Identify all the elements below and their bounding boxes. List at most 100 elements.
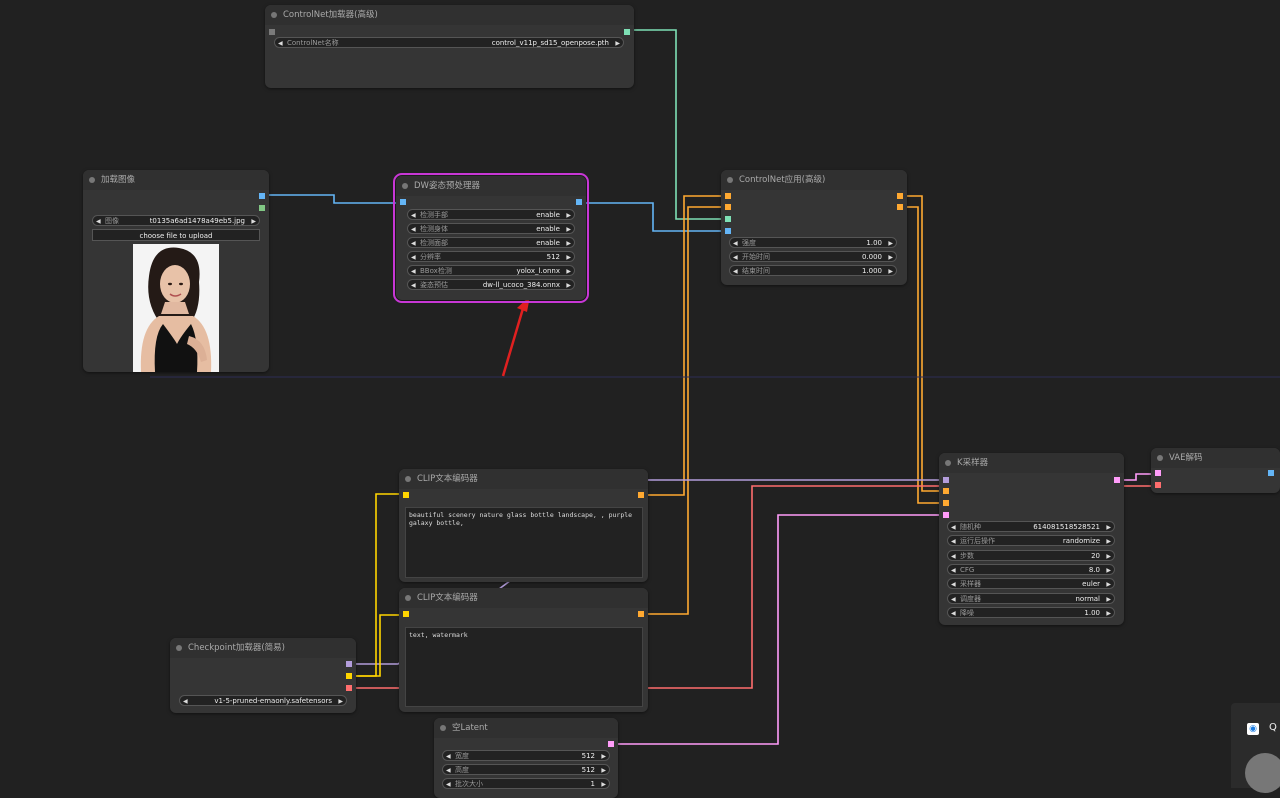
side-panel[interactable]: ◉ Q	[1231, 703, 1280, 793]
arrow-right-icon[interactable]: ▶	[1106, 579, 1111, 590]
arrow-left-icon[interactable]: ◀	[411, 266, 416, 277]
arrow-left-icon[interactable]: ◀	[446, 751, 451, 762]
arrow-right-icon[interactable]: ▶	[888, 238, 893, 249]
widget-4[interactable]: ◀ BBox检测 yolox_l.onnx ▶	[407, 265, 575, 276]
arrow-right-icon[interactable]: ▶	[566, 280, 571, 291]
node-clip-text-encode-negative[interactable]: CLIP文本编码器 text, watermark	[399, 588, 648, 712]
output-port-latent[interactable]	[608, 741, 614, 747]
arrow-left-icon[interactable]: ◀	[733, 266, 738, 277]
output-port-model[interactable]	[346, 661, 352, 667]
widget-1[interactable]: ◀ 高度 512 ▶	[442, 764, 610, 775]
arrow-left-icon[interactable]: ◀	[951, 551, 956, 562]
prompt-textarea[interactable]: text, watermark	[405, 627, 643, 707]
arrow-right-icon[interactable]: ▶	[566, 224, 571, 235]
arrow-right-icon[interactable]: ▶	[1106, 536, 1111, 547]
node-ksampler[interactable]: K采样器 ◀ 随机种 614081518528521 ▶ ◀ 运行后操作 randomize…	[939, 453, 1124, 625]
arrow-right-icon[interactable]: ▶	[566, 266, 571, 277]
arrow-left-icon[interactable]: ◀	[411, 210, 416, 221]
widget-1[interactable]: ◀ 开始时间 0.000 ▶	[729, 251, 897, 262]
arrow-left-icon[interactable]: ◀	[951, 594, 956, 605]
arrow-left-icon[interactable]: ◀	[411, 238, 416, 249]
output-port-vae[interactable]	[346, 685, 352, 691]
widget-5[interactable]: ◀ 姿态预估 dw-ll_ucoco_384.onnx ▶	[407, 279, 575, 290]
input-port-negative[interactable]	[725, 204, 731, 210]
input-port-positive[interactable]	[725, 193, 731, 199]
arrow-right-icon[interactable]: ▶	[888, 266, 893, 277]
widget-6[interactable]: ◀ 降噪 1.00 ▶	[947, 606, 1115, 619]
arrow-left-icon[interactable]: ◀	[951, 608, 956, 619]
input-port-clip[interactable]	[403, 611, 409, 617]
output-port-latent[interactable]	[1114, 477, 1120, 483]
widget-0[interactable]: ◀ 随机种 614081518528521 ▶	[947, 521, 1115, 532]
arrow-right-icon[interactable]: ▶	[1106, 608, 1111, 619]
output-port-positive[interactable]	[897, 193, 903, 199]
arrow-left-icon[interactable]: ◀	[411, 252, 416, 263]
input-port-samples[interactable]	[1155, 470, 1161, 476]
prompt-textarea[interactable]: beautiful scenery nature glass bottle la…	[405, 507, 643, 578]
arrow-left-icon[interactable]: ◀	[278, 38, 283, 49]
node-vae-decode[interactable]: VAE解码	[1151, 448, 1280, 493]
arrow-right-icon[interactable]: ▶	[566, 210, 571, 221]
output-port-image[interactable]	[259, 193, 265, 199]
widget-4[interactable]: ◀ 采样器 euler ▶	[947, 578, 1115, 590]
widget-1[interactable]: ◀ 运行后操作 randomize ▶	[947, 535, 1115, 547]
widget-5[interactable]: ◀ 调度器 normal ▶	[947, 592, 1115, 605]
widget-2[interactable]: ◀ 结束时间 1.000 ▶	[729, 265, 897, 276]
node-checkpoint-loader[interactable]: Checkpoint加载器(简易) ◀ v1-5-pruned-emaonly.…	[170, 638, 356, 713]
arrow-right-icon[interactable]: ▶	[601, 779, 606, 790]
output-port-clip[interactable]	[346, 673, 352, 679]
output-port-conditioning[interactable]	[638, 492, 644, 498]
arrow-right-icon[interactable]: ▶	[566, 238, 571, 249]
arrow-right-icon[interactable]: ▶	[251, 216, 256, 227]
arrow-left-icon[interactable]: ◀	[96, 216, 101, 227]
widget-2[interactable]: ◀ 步数 20 ▶	[947, 549, 1115, 562]
avatar[interactable]	[1245, 753, 1280, 793]
widget-3[interactable]: ◀ CFG 8.0 ▶	[947, 563, 1115, 575]
input-port-controlnet[interactable]	[725, 216, 731, 222]
widget-controlnet-name[interactable]: ◀ ControlNet名称 control_v11p_sd15_openpos…	[274, 37, 624, 48]
upload-button[interactable]: choose file to upload	[92, 229, 260, 241]
arrow-left-icon[interactable]: ◀	[411, 280, 416, 291]
input-port-model[interactable]	[943, 477, 949, 483]
widget-0[interactable]: ◀ 检测手部 enable ▶	[407, 209, 575, 220]
arrow-right-icon[interactable]: ▶	[566, 252, 571, 263]
arrow-left-icon[interactable]: ◀	[446, 765, 451, 776]
arrow-left-icon[interactable]: ◀	[951, 536, 956, 547]
output-port-conditioning[interactable]	[638, 611, 644, 617]
arrow-right-icon[interactable]: ▶	[338, 696, 343, 707]
arrow-left-icon[interactable]: ◀	[951, 579, 956, 590]
node-load-image[interactable]: 加载图像 ◀ 图像 t0135a6ad1478a49eb5.jpg ▶ choo…	[83, 170, 269, 372]
input-port-latent[interactable]	[943, 512, 949, 518]
output-port-negative[interactable]	[897, 204, 903, 210]
arrow-right-icon[interactable]: ▶	[1106, 551, 1111, 562]
input-port-positive[interactable]	[943, 488, 949, 494]
widget-ckpt-name[interactable]: ◀ v1-5-pruned-emaonly.safetensors ▶	[179, 695, 347, 706]
arrow-left-icon[interactable]: ◀	[951, 522, 956, 533]
output-port-mask[interactable]	[259, 205, 265, 211]
input-port-image[interactable]	[725, 228, 731, 234]
arrow-left-icon[interactable]: ◀	[183, 696, 188, 707]
output-port-image[interactable]	[576, 199, 582, 205]
node-empty-latent[interactable]: 空Latent ◀ 宽度 512 ▶ ◀ 高度 512 ▶ ◀ 批次大小 1 ▶	[434, 718, 618, 798]
widget-image[interactable]: ◀ 图像 t0135a6ad1478a49eb5.jpg ▶	[92, 215, 260, 226]
arrow-right-icon[interactable]: ▶	[888, 252, 893, 263]
arrow-right-icon[interactable]: ▶	[615, 38, 620, 49]
input-port-image[interactable]	[400, 199, 406, 205]
input-port-vae[interactable]	[1155, 482, 1161, 488]
widget-3[interactable]: ◀ 分辨率 512 ▶	[407, 251, 575, 262]
node-controlnet-loader[interactable]: ControlNet加载器(高级) ◀ ControlNet名称 control…	[265, 5, 634, 88]
node-clip-text-encode-positive[interactable]: CLIP文本编码器 beautiful scenery nature glass…	[399, 469, 648, 582]
output-port-controlnet[interactable]	[624, 29, 630, 35]
widget-2[interactable]: ◀ 检测面部 enable ▶	[407, 237, 575, 248]
widget-0[interactable]: ◀ 强度 1.00 ▶	[729, 237, 897, 248]
arrow-right-icon[interactable]: ▶	[601, 765, 606, 776]
arrow-right-icon[interactable]: ▶	[601, 751, 606, 762]
input-port[interactable]	[269, 29, 275, 35]
input-port-clip[interactable]	[403, 492, 409, 498]
widget-0[interactable]: ◀ 宽度 512 ▶	[442, 750, 610, 761]
node-dw-pose-preprocessor[interactable]: DW姿态预处理器 ◀ 检测手部 enable ▶ ◀ 检测身体 enable ▶ ◀ 检测面部 en…	[393, 173, 589, 303]
widget-2[interactable]: ◀ 批次大小 1 ▶	[442, 778, 610, 789]
output-port-image[interactable]	[1268, 470, 1274, 476]
arrow-left-icon[interactable]: ◀	[733, 238, 738, 249]
qq-icon[interactable]: ◉	[1247, 723, 1259, 735]
